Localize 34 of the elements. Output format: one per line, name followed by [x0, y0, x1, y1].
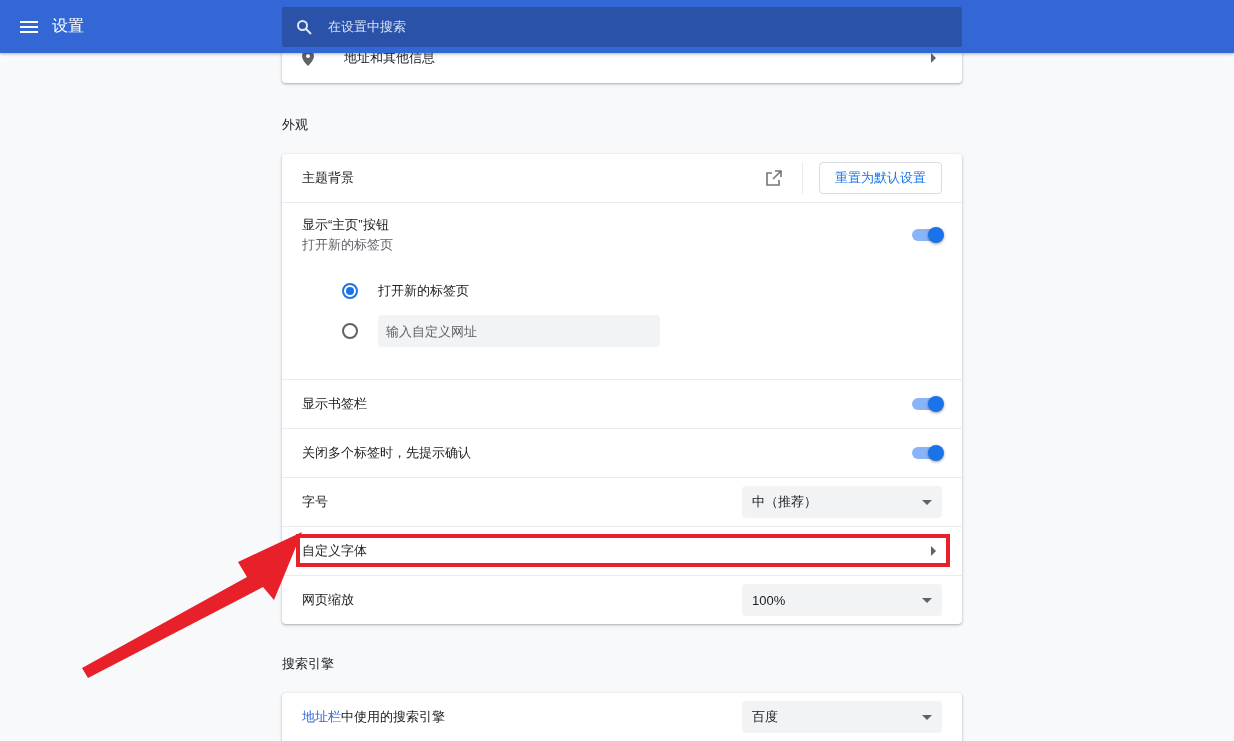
setting-description: 打开新的标签页: [302, 237, 393, 254]
reset-button[interactable]: 重置为默认设置: [819, 162, 942, 194]
search-field[interactable]: 在设置中搜索: [282, 6, 962, 47]
setting-label: 显示“主页”按钮: [302, 216, 390, 234]
setting-label: 关闭多个标签时，先提示确认: [302, 444, 471, 462]
dropdown[interactable]: 百度: [742, 701, 942, 733]
setting-label: 网页缩放: [302, 591, 354, 609]
caret-down-icon: [922, 499, 932, 505]
section-heading: 外观: [282, 116, 309, 134]
menu-icon[interactable]: [20, 20, 38, 33]
arrow-right-icon[interactable]: [931, 546, 936, 556]
radio-button[interactable]: [342, 323, 358, 339]
external-link-icon[interactable]: [766, 170, 782, 186]
arrow-right-icon[interactable]: [931, 53, 936, 63]
caret-down-icon: [922, 597, 932, 603]
page-title: 设置: [52, 16, 84, 36]
radio-button[interactable]: [342, 283, 358, 299]
radio-label: 打开新的标签页: [378, 282, 469, 300]
toggle-switch[interactable]: [912, 398, 942, 410]
toggle-switch[interactable]: [912, 229, 942, 241]
setting-label: 主题背景: [302, 169, 354, 187]
caret-down-icon: [922, 714, 932, 720]
location-pin-icon: [302, 50, 314, 66]
setting-label: 字号: [302, 493, 328, 511]
dropdown[interactable]: 100%: [742, 584, 942, 616]
setting-label: 中使用的搜索引擎: [341, 709, 445, 724]
setting-label: 自定义字体: [302, 542, 367, 560]
url-input-field[interactable]: 输入自定义网址: [378, 315, 660, 347]
search-icon: [296, 18, 312, 35]
section-heading: 搜索引擎: [282, 655, 335, 673]
setting-label: 显示书签栏: [302, 395, 367, 413]
dropdown[interactable]: 中（推荐）: [742, 486, 942, 518]
toggle-switch[interactable]: [912, 447, 942, 459]
address-bar-link[interactable]: 地址栏: [302, 709, 341, 724]
